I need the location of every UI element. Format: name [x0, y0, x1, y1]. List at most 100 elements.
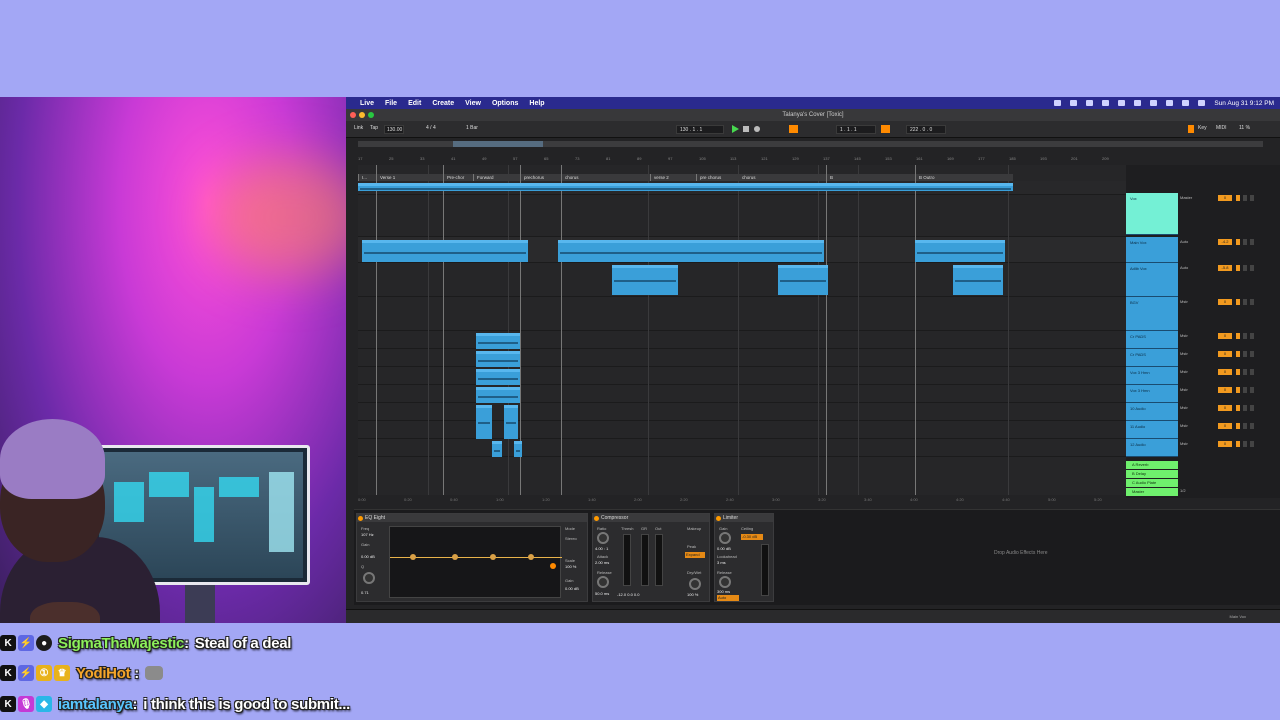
- audio-clip-adlib[interactable]: [612, 265, 678, 295]
- audio-clip-pads[interactable]: [476, 333, 520, 349]
- track-mute-button[interactable]: [1236, 441, 1240, 447]
- track-output-routing[interactable]: Mstr: [1180, 441, 1216, 448]
- locator[interactable]: B Outro: [915, 174, 1013, 181]
- beat-ruler[interactable]: 17 25 33 41 49 57 65 73 81 89 97 105 113 121 129 137 145…: [358, 155, 1126, 164]
- track-output-routing[interactable]: Mstr: [1180, 333, 1216, 340]
- audio-clip-pads[interactable]: [476, 351, 520, 367]
- track-output-routing[interactable]: Mstr: [1180, 405, 1216, 412]
- search-icon[interactable]: [1182, 100, 1190, 106]
- tap-tempo-button[interactable]: Tap: [370, 125, 378, 131]
- track-volume[interactable]: -5.8: [1218, 265, 1232, 271]
- tray-icon[interactable]: [1086, 100, 1094, 106]
- ratio-knob[interactable]: [597, 532, 609, 544]
- tray-icon[interactable]: [1118, 100, 1126, 106]
- ratio-value[interactable]: 4.00 : 1: [595, 546, 608, 551]
- locator[interactable]: chorus: [738, 174, 826, 181]
- eq-band-handle[interactable]: [550, 563, 556, 569]
- limiter-release-value[interactable]: 300 ms: [717, 589, 730, 594]
- peak-mode-button[interactable]: Peak: [687, 544, 696, 549]
- chat-username[interactable]: YodiHot: [76, 665, 131, 682]
- track-mute-button[interactable]: [1236, 369, 1240, 375]
- time-signature[interactable]: 4 / 4: [426, 125, 436, 131]
- play-button[interactable]: [732, 125, 739, 133]
- track-header[interactable]: Main Vox: [1126, 237, 1178, 263]
- lane-hmn-2[interactable]: [358, 385, 1126, 403]
- eq-freq-value[interactable]: 107 Hz: [361, 532, 374, 537]
- eq-band-handle[interactable]: [410, 554, 416, 560]
- audio-clip-main-vox[interactable]: [915, 240, 1005, 262]
- lane-audio-12[interactable]: [358, 439, 1126, 457]
- limiter-release-knob[interactable]: [719, 576, 731, 588]
- track-arm-button[interactable]: [1250, 299, 1254, 305]
- track-solo-button[interactable]: [1243, 265, 1247, 271]
- track-header[interactable]: 10 Audio: [1126, 403, 1178, 421]
- chat-username[interactable]: SigmaThaMajestic: [58, 635, 184, 652]
- eq-curve-display[interactable]: [389, 526, 562, 598]
- dry-wet-knob[interactable]: [689, 578, 701, 590]
- compressor-device[interactable]: Compressor Ratio 4.00 : 1 Attack 2.00 ms…: [592, 513, 710, 602]
- track-header[interactable]: Vox 3 Hmn: [1126, 367, 1178, 385]
- compressor-power-button[interactable]: [594, 515, 599, 521]
- menu-live[interactable]: Live: [360, 100, 374, 107]
- track-solo-button[interactable]: [1243, 351, 1247, 357]
- limiter-gain-knob[interactable]: [719, 532, 731, 544]
- return-track[interactable]: Master: [1126, 488, 1178, 496]
- track-header[interactable]: 11 Audio: [1126, 421, 1178, 439]
- return-track[interactable]: B Delay: [1126, 470, 1178, 478]
- locator[interactable]: Pre-chor: [443, 174, 473, 181]
- eq-power-button[interactable]: [358, 515, 363, 521]
- lane-bgv[interactable]: [358, 297, 1126, 331]
- track-arm-button[interactable]: [1250, 239, 1254, 245]
- eq-scale-value[interactable]: 100 %: [565, 564, 576, 569]
- eq-output-gain-value[interactable]: 0.00 dB: [565, 586, 579, 591]
- output-meter[interactable]: [655, 534, 663, 586]
- track-solo-button[interactable]: [1243, 195, 1247, 201]
- track-output-routing[interactable]: Auto: [1180, 239, 1216, 246]
- track-arm-button[interactable]: [1250, 423, 1254, 429]
- track-solo-button[interactable]: [1243, 387, 1247, 393]
- track-header[interactable]: Vox 3 Hmn: [1126, 385, 1178, 403]
- wifi-icon[interactable]: [1166, 100, 1174, 106]
- track-volume[interactable]: 0: [1218, 441, 1232, 447]
- lane-group[interactable]: [358, 195, 1126, 237]
- overview-viewport[interactable]: [453, 141, 543, 147]
- master-output[interactable]: 1/2: [1180, 488, 1216, 495]
- eq-stereo-label[interactable]: Stereo: [565, 536, 577, 541]
- track-output-routing[interactable]: Auto: [1180, 265, 1216, 272]
- track-header[interactable]: Cr PADS: [1126, 349, 1178, 367]
- track-arm-button[interactable]: [1250, 387, 1254, 393]
- minimize-window-button[interactable]: [359, 112, 365, 118]
- track-volume[interactable]: 0: [1218, 405, 1232, 411]
- track-header[interactable]: 12 Audio: [1126, 439, 1178, 457]
- track-mute-button[interactable]: [1236, 351, 1240, 357]
- track-arm-button[interactable]: [1250, 369, 1254, 375]
- track-arm-button[interactable]: [1250, 195, 1254, 201]
- audio-clip-adlib[interactable]: [953, 265, 1003, 295]
- drop-effects-hint[interactable]: Drop Audio Effects Here: [994, 550, 1048, 556]
- limiter-power-button[interactable]: [716, 515, 721, 521]
- track-output-routing[interactable]: Mstr: [1180, 299, 1216, 306]
- chat-username[interactable]: iamtalanya: [58, 696, 133, 713]
- dry-wet-value[interactable]: 100 %: [687, 592, 698, 597]
- audio-clip-main-vox[interactable]: [558, 240, 824, 262]
- track-output-routing[interactable]: Master: [1180, 195, 1216, 202]
- audio-clip-adlib[interactable]: [778, 265, 828, 295]
- arrangement-view[interactable]: I... Verse 1 Pre-chor Forward prechorus choru…: [358, 165, 1126, 495]
- return-track[interactable]: C Audio Plate: [1126, 479, 1178, 487]
- track-volume[interactable]: 0: [1218, 369, 1232, 375]
- track-solo-button[interactable]: [1243, 299, 1247, 305]
- audio-clip-audio-11[interactable]: [504, 405, 518, 439]
- track-mute-button[interactable]: [1236, 195, 1240, 201]
- track-solo-button[interactable]: [1243, 333, 1247, 339]
- track-arm-button[interactable]: [1250, 333, 1254, 339]
- lane-adlib-vox[interactable]: [358, 263, 1126, 297]
- audio-clip-hmn[interactable]: [476, 369, 520, 385]
- track-solo-button[interactable]: [1243, 239, 1247, 245]
- loop-toggle[interactable]: [881, 125, 890, 133]
- track-mute-button[interactable]: [1236, 333, 1240, 339]
- track-volume[interactable]: 0: [1218, 333, 1232, 339]
- close-window-button[interactable]: [350, 112, 356, 118]
- track-volume[interactable]: 0: [1218, 387, 1232, 393]
- track-arm-button[interactable]: [1250, 441, 1254, 447]
- track-output-routing[interactable]: Mstr: [1180, 351, 1216, 358]
